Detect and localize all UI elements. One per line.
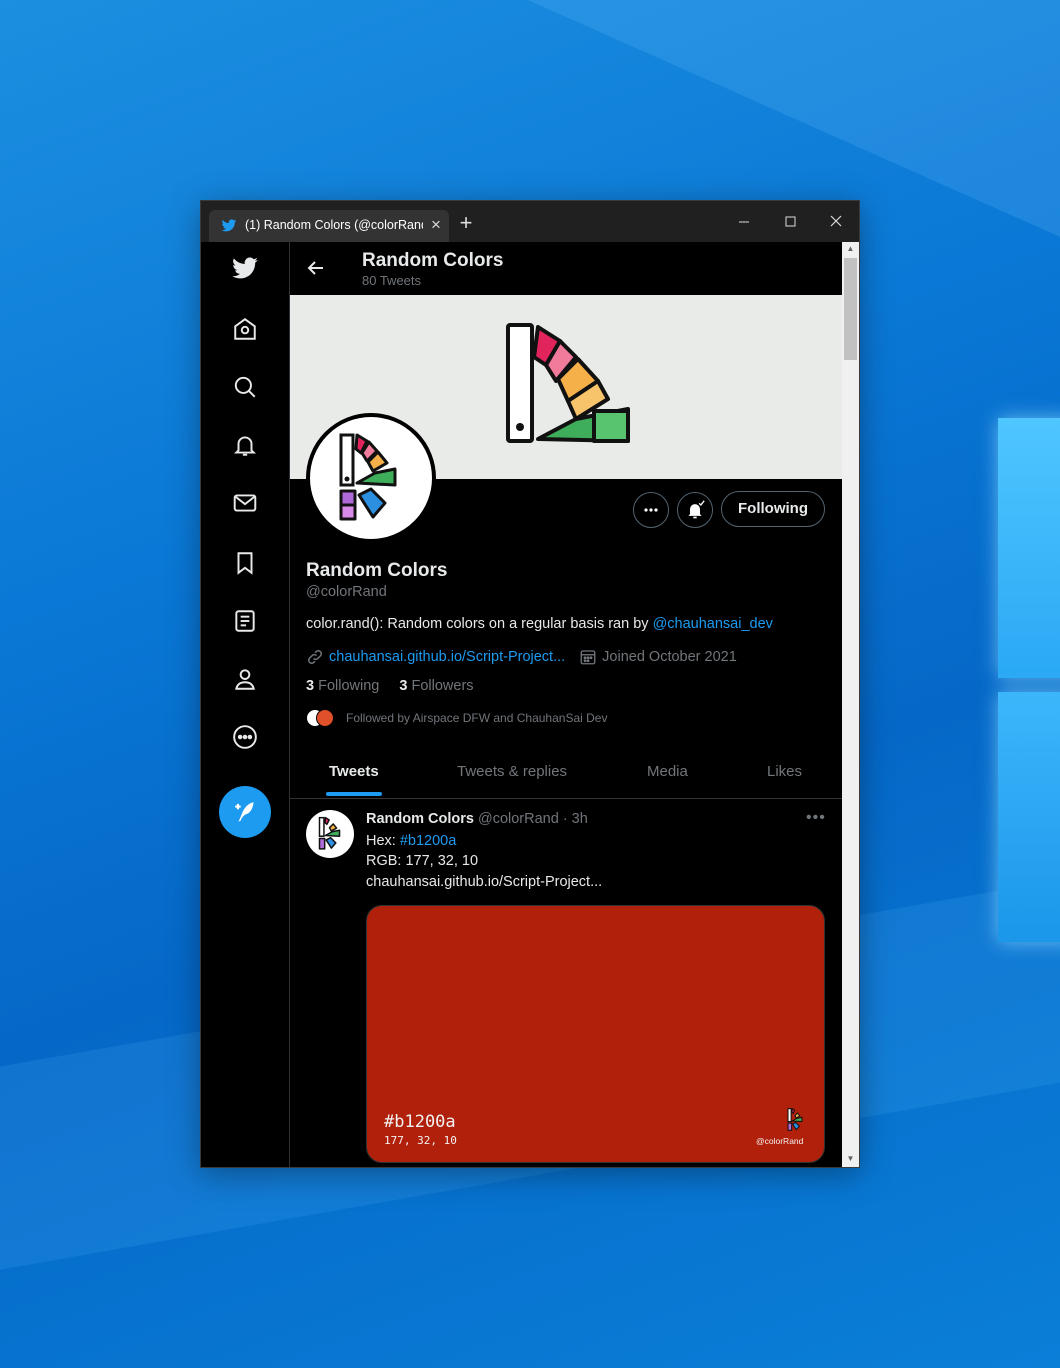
twitter-logo-icon[interactable] — [230, 254, 260, 284]
profile-icon[interactable] — [230, 664, 260, 694]
compose-icon — [235, 802, 254, 822]
title-bar: (1) Random Colors (@colorRand × + — [201, 201, 859, 242]
link-icon — [307, 649, 323, 665]
followers-count: 3 — [399, 678, 408, 694]
ellipsis-icon — [644, 508, 658, 512]
bio-text: color.rand(): Random colors on a regular… — [306, 616, 653, 632]
new-tab-button[interactable]: + — [456, 212, 476, 234]
scrollbar[interactable]: ▲ ▼ — [842, 242, 859, 1167]
more-icon[interactable] — [230, 722, 260, 752]
media-handle-text: @colorRand — [756, 1136, 804, 1146]
hex-hashtag[interactable]: #b1200a — [400, 833, 456, 849]
profile-avatar[interactable] — [306, 413, 436, 543]
tab-tweets-replies[interactable]: Tweets & replies — [457, 763, 567, 780]
media-logo-icon — [787, 1107, 803, 1131]
back-arrow-icon[interactable] — [304, 256, 328, 280]
following-label: Following — [318, 678, 380, 694]
hex-label: Hex: — [366, 833, 400, 849]
search-icon[interactable] — [230, 372, 260, 402]
scroll-up-arrow-icon[interactable]: ▲ — [842, 242, 859, 256]
header-title: Random Colors — [362, 250, 504, 271]
maximize-icon — [785, 216, 796, 227]
follower-avatar — [316, 709, 334, 727]
close-window-button[interactable] — [813, 211, 859, 233]
tweet-count: 80 Tweets — [362, 273, 422, 288]
following-count: 3 — [306, 678, 315, 694]
browser-tab[interactable]: (1) Random Colors (@colorRand × — [209, 210, 449, 242]
compose-tweet-button[interactable] — [219, 786, 271, 838]
tweet-more-icon[interactable]: ••• — [806, 809, 826, 827]
profile-bio: color.rand(): Random colors on a regular… — [306, 616, 773, 632]
followed-by-text: Followed by Airspace DFW and ChauhanSai … — [346, 711, 608, 725]
minimize-icon — [739, 221, 749, 223]
mail-icon[interactable] — [230, 488, 260, 518]
tweet-hex-line: Hex: #b1200a — [366, 833, 456, 849]
close-icon — [830, 215, 842, 227]
followers-count-link[interactable]: 3 Followers — [399, 678, 473, 694]
active-tab-indicator — [326, 792, 382, 796]
bookmark-icon[interactable] — [230, 548, 260, 578]
tweet-avatar[interactable] — [306, 810, 354, 858]
profile-header: Random Colors 80 Tweets — [290, 242, 842, 295]
twitter-favicon-icon — [221, 219, 237, 232]
profile-tabs: Tweets Tweets & replies Media Likes — [290, 744, 842, 799]
tweet-header: Random Colors @colorRand · 3h — [366, 811, 588, 827]
tab-tweets[interactable]: Tweets — [329, 763, 379, 780]
color-swatch-fan-image — [506, 323, 630, 443]
bell-icon[interactable] — [230, 430, 260, 460]
tweet-link[interactable]: chauhansai.github.io/Script-Project... — [366, 874, 602, 890]
more-options-button[interactable] — [633, 492, 669, 528]
scroll-thumb[interactable] — [844, 258, 857, 360]
avatar-logo-image — [339, 433, 397, 521]
tweet[interactable]: Random Colors @colorRand · 3h ••• Hex: #… — [290, 800, 842, 1167]
tab-title: (1) Random Colors (@colorRand — [245, 218, 423, 232]
tweet-author-name[interactable]: Random Colors — [366, 811, 474, 827]
minimize-button[interactable] — [721, 211, 767, 233]
app-content: Random Colors 80 Tweets Following Random… — [201, 242, 859, 1167]
following-button[interactable]: Following — [721, 491, 825, 527]
display-name: Random Colors — [306, 560, 448, 581]
browser-window: (1) Random Colors (@colorRand × + Random… — [200, 200, 860, 1168]
follow-counts: 3 Following 3 Followers — [306, 678, 474, 694]
bell-check-icon — [688, 500, 705, 519]
tweet-media-image[interactable]: #b1200a 177, 32, 10 @colorRand — [366, 905, 825, 1163]
bio-mention-link[interactable]: @chauhansai_dev — [653, 616, 773, 632]
tab-media[interactable]: Media — [647, 763, 688, 780]
tweet-handle-time: @colorRand · 3h — [477, 811, 588, 827]
windows-logo-pane — [998, 692, 1060, 942]
close-tab-icon[interactable]: × — [427, 216, 445, 234]
maximize-button[interactable] — [767, 211, 813, 233]
calendar-icon — [580, 650, 596, 665]
tab-likes[interactable]: Likes — [767, 763, 802, 780]
media-rgb-text: 177, 32, 10 — [384, 1134, 457, 1147]
scroll-down-arrow-icon[interactable]: ▼ — [842, 1152, 859, 1166]
profile-meta: chauhansai.github.io/Script-Project... J… — [306, 648, 737, 666]
main-column: Random Colors 80 Tweets Following Random… — [290, 242, 842, 1167]
following-count-link[interactable]: 3 Following — [306, 678, 379, 694]
list-icon[interactable] — [230, 606, 260, 636]
followed-by[interactable]: Followed by Airspace DFW and ChauhanSai … — [306, 709, 607, 727]
windows-logo-pane — [998, 418, 1060, 678]
avatar-logo-image — [318, 816, 341, 850]
media-hex-text: #b1200a — [384, 1112, 456, 1132]
joined-date: Joined October 2021 — [602, 649, 737, 665]
tweet-rgb-line: RGB: 177, 32, 10 — [366, 853, 479, 869]
followers-label: Followers — [411, 678, 474, 694]
notifications-button[interactable] — [677, 492, 713, 528]
home-icon[interactable] — [230, 314, 260, 344]
profile-handle: @colorRand — [306, 584, 387, 600]
sidebar — [201, 242, 290, 1167]
website-link[interactable]: chauhansai.github.io/Script-Project... — [329, 649, 565, 665]
